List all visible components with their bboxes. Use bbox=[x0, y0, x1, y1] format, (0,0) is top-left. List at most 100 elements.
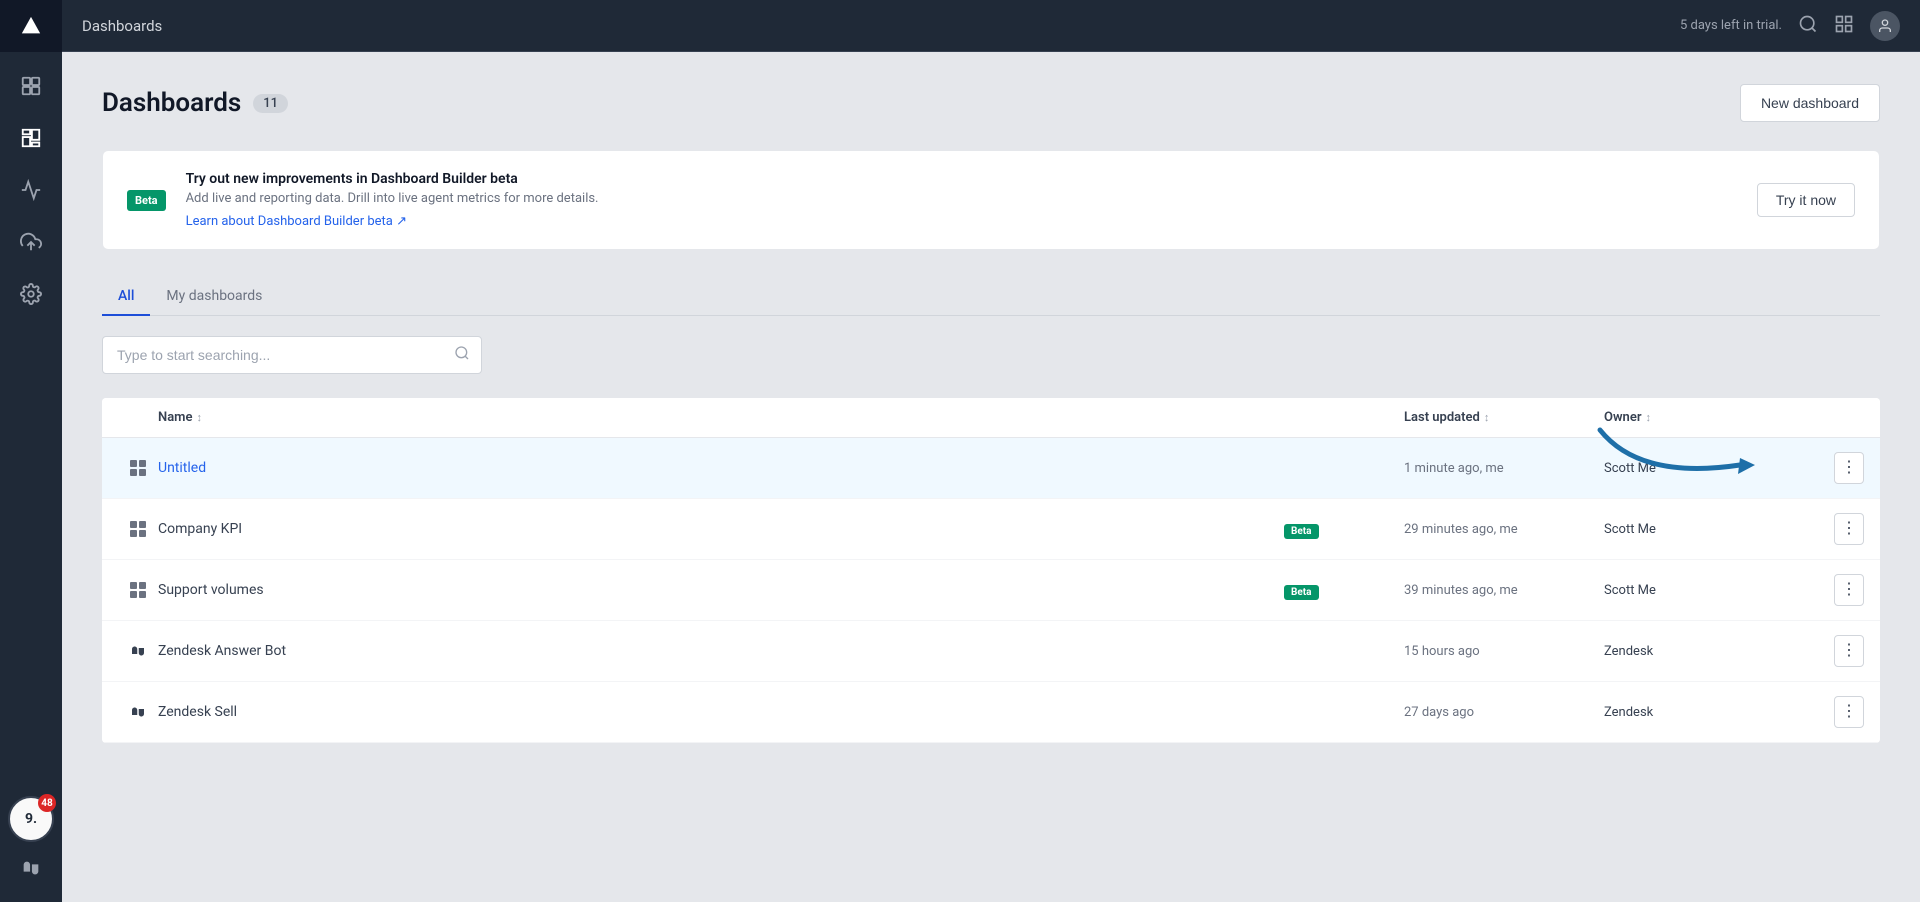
settings-icon bbox=[20, 283, 42, 305]
owner-sort-icon: ↕ bbox=[1646, 411, 1652, 424]
owner-cell: Zendesk bbox=[1604, 705, 1804, 720]
home-icon bbox=[20, 75, 42, 97]
topbar-title: Dashboards bbox=[82, 17, 1680, 35]
dashboard-count-badge: 11 bbox=[253, 94, 288, 113]
dashboard-name: Zendesk Sell bbox=[158, 704, 237, 720]
grid-view-icon[interactable] bbox=[1834, 14, 1854, 38]
more-options-button[interactable]: ⋮ bbox=[1834, 696, 1864, 728]
more-options-button[interactable]: ⋮ bbox=[1834, 513, 1864, 545]
table-row: Zendesk Answer Bot 15 hours ago Zendesk … bbox=[102, 621, 1880, 682]
last-updated-cell: 29 minutes ago, me bbox=[1404, 522, 1604, 537]
zendesk-icon bbox=[129, 703, 147, 721]
tabs: All My dashboards bbox=[102, 278, 1880, 316]
beta-subtitle: Add live and reporting data. Drill into … bbox=[186, 191, 1737, 206]
owner-cell: Scott Me bbox=[1604, 461, 1804, 476]
beta-link[interactable]: Learn about Dashboard Builder beta ↗ bbox=[186, 214, 407, 229]
owner-cell: Zendesk bbox=[1604, 644, 1804, 659]
name-cell: Company KPI bbox=[158, 521, 1284, 537]
last-updated-cell: 1 minute ago, me bbox=[1404, 461, 1604, 476]
badge-cell: Beta bbox=[1284, 519, 1404, 539]
sidebar-item-reports[interactable] bbox=[0, 164, 62, 216]
notification-badge[interactable]: 9. 48 bbox=[8, 796, 54, 842]
col-header-actions bbox=[1804, 410, 1864, 425]
dashboard-name: Company KPI bbox=[158, 521, 242, 537]
upload-icon bbox=[20, 231, 42, 253]
row-dashboard-icon bbox=[118, 521, 158, 537]
owner-cell: Scott Me bbox=[1604, 522, 1804, 537]
beta-title: Try out new improvements in Dashboard Bu… bbox=[186, 171, 1737, 187]
table-row: Company KPI Beta 29 minutes ago, me Scot… bbox=[102, 499, 1880, 560]
beta-text: Try out new improvements in Dashboard Bu… bbox=[186, 171, 1737, 229]
table-row: Support volumes Beta 39 minutes ago, me … bbox=[102, 560, 1880, 621]
logo-icon bbox=[20, 15, 42, 37]
avatar-icon bbox=[1877, 18, 1893, 34]
grid-4-icon bbox=[130, 460, 146, 476]
col-header-owner[interactable]: Owner ↕ bbox=[1604, 410, 1804, 425]
sidebar-item-home[interactable] bbox=[0, 60, 62, 112]
last-updated-cell: 39 minutes ago, me bbox=[1404, 583, 1604, 598]
zendesk-icon bbox=[129, 642, 147, 660]
search-input[interactable] bbox=[102, 336, 482, 374]
content-area: Dashboards 11 New dashboard Beta Try out… bbox=[62, 52, 1920, 902]
main-content: Dashboards 5 days left in trial. bbox=[62, 0, 1920, 902]
topbar: Dashboards 5 days left in trial. bbox=[62, 0, 1920, 52]
app-logo[interactable] bbox=[0, 0, 62, 52]
owner-cell: Scott Me bbox=[1604, 583, 1804, 598]
sidebar-item-upload[interactable] bbox=[0, 216, 62, 268]
search-icon[interactable] bbox=[1798, 14, 1818, 38]
search-container bbox=[102, 336, 482, 374]
dashboard-name: Zendesk Answer Bot bbox=[158, 643, 286, 659]
tab-all[interactable]: All bbox=[102, 278, 150, 316]
search-field-icon bbox=[454, 345, 470, 365]
user-avatar[interactable] bbox=[1870, 11, 1900, 41]
new-dashboard-button[interactable]: New dashboard bbox=[1740, 84, 1880, 122]
page-title-group: Dashboards 11 bbox=[102, 88, 288, 118]
sidebar-item-dashboards[interactable] bbox=[0, 112, 62, 164]
beta-banner: Beta Try out new improvements in Dashboa… bbox=[102, 150, 1880, 250]
sidebar-item-zendesk[interactable] bbox=[0, 846, 62, 890]
row-actions: Edit ⋮ bbox=[1804, 574, 1864, 606]
tab-my-dashboards[interactable]: My dashboards bbox=[150, 278, 278, 316]
row-zendesk-icon bbox=[118, 703, 158, 721]
sidebar-item-settings[interactable] bbox=[0, 268, 62, 320]
row-actions: Edit ⋮ bbox=[1804, 452, 1864, 484]
table-row: Zendesk Sell 27 days ago Zendesk Edit ⋮ bbox=[102, 682, 1880, 743]
notification-initial: 9. bbox=[25, 811, 37, 827]
badge-cell: Beta bbox=[1284, 580, 1404, 600]
beta-badge: Beta bbox=[1284, 524, 1319, 539]
last-updated-cell: 15 hours ago bbox=[1404, 644, 1604, 659]
col-header-badge bbox=[1284, 410, 1404, 425]
trial-text: 5 days left in trial. bbox=[1680, 18, 1782, 33]
name-cell: Support volumes bbox=[158, 582, 1284, 598]
notification-count: 48 bbox=[38, 794, 56, 812]
sidebar-bottom: 9. 48 bbox=[0, 796, 62, 902]
row-actions: Edit ⋮ bbox=[1804, 696, 1864, 728]
grid-4-icon bbox=[130, 582, 146, 598]
more-options-button[interactable]: ⋮ bbox=[1834, 452, 1864, 484]
sidebar: 9. 48 bbox=[0, 0, 62, 902]
table-header: Name ↕ Last updated ↕ Owner ↕ bbox=[102, 398, 1880, 438]
col-header-name[interactable]: Name ↕ bbox=[158, 410, 1284, 425]
page-header: Dashboards 11 New dashboard bbox=[102, 84, 1880, 122]
beta-tag: Beta bbox=[127, 190, 166, 211]
name-cell: Zendesk Answer Bot bbox=[158, 643, 1284, 659]
col-header-icon bbox=[118, 410, 158, 425]
name-cell: Zendesk Sell bbox=[158, 704, 1284, 720]
row-zendesk-icon bbox=[118, 642, 158, 660]
row-actions: Edit ⋮ bbox=[1804, 513, 1864, 545]
try-it-now-button[interactable]: Try it now bbox=[1757, 183, 1855, 217]
grid-4-icon bbox=[130, 521, 146, 537]
zendesk-logo-icon bbox=[20, 857, 42, 879]
more-options-button[interactable]: ⋮ bbox=[1834, 635, 1864, 667]
dashboard-table: Name ↕ Last updated ↕ Owner ↕ bbox=[102, 398, 1880, 743]
table-row: Untitled 1 minute ago, me Scott Me Edit … bbox=[102, 438, 1880, 499]
row-actions: Edit ⋮ bbox=[1804, 635, 1864, 667]
updated-sort-icon: ↕ bbox=[1484, 411, 1490, 424]
reports-icon bbox=[20, 179, 42, 201]
row-dashboard-icon bbox=[118, 460, 158, 476]
last-updated-cell: 27 days ago bbox=[1404, 705, 1604, 720]
dashboard-name-link[interactable]: Untitled bbox=[158, 460, 206, 476]
name-cell: Untitled bbox=[158, 460, 1284, 476]
col-header-updated[interactable]: Last updated ↕ bbox=[1404, 410, 1604, 425]
more-options-button[interactable]: ⋮ bbox=[1834, 574, 1864, 606]
